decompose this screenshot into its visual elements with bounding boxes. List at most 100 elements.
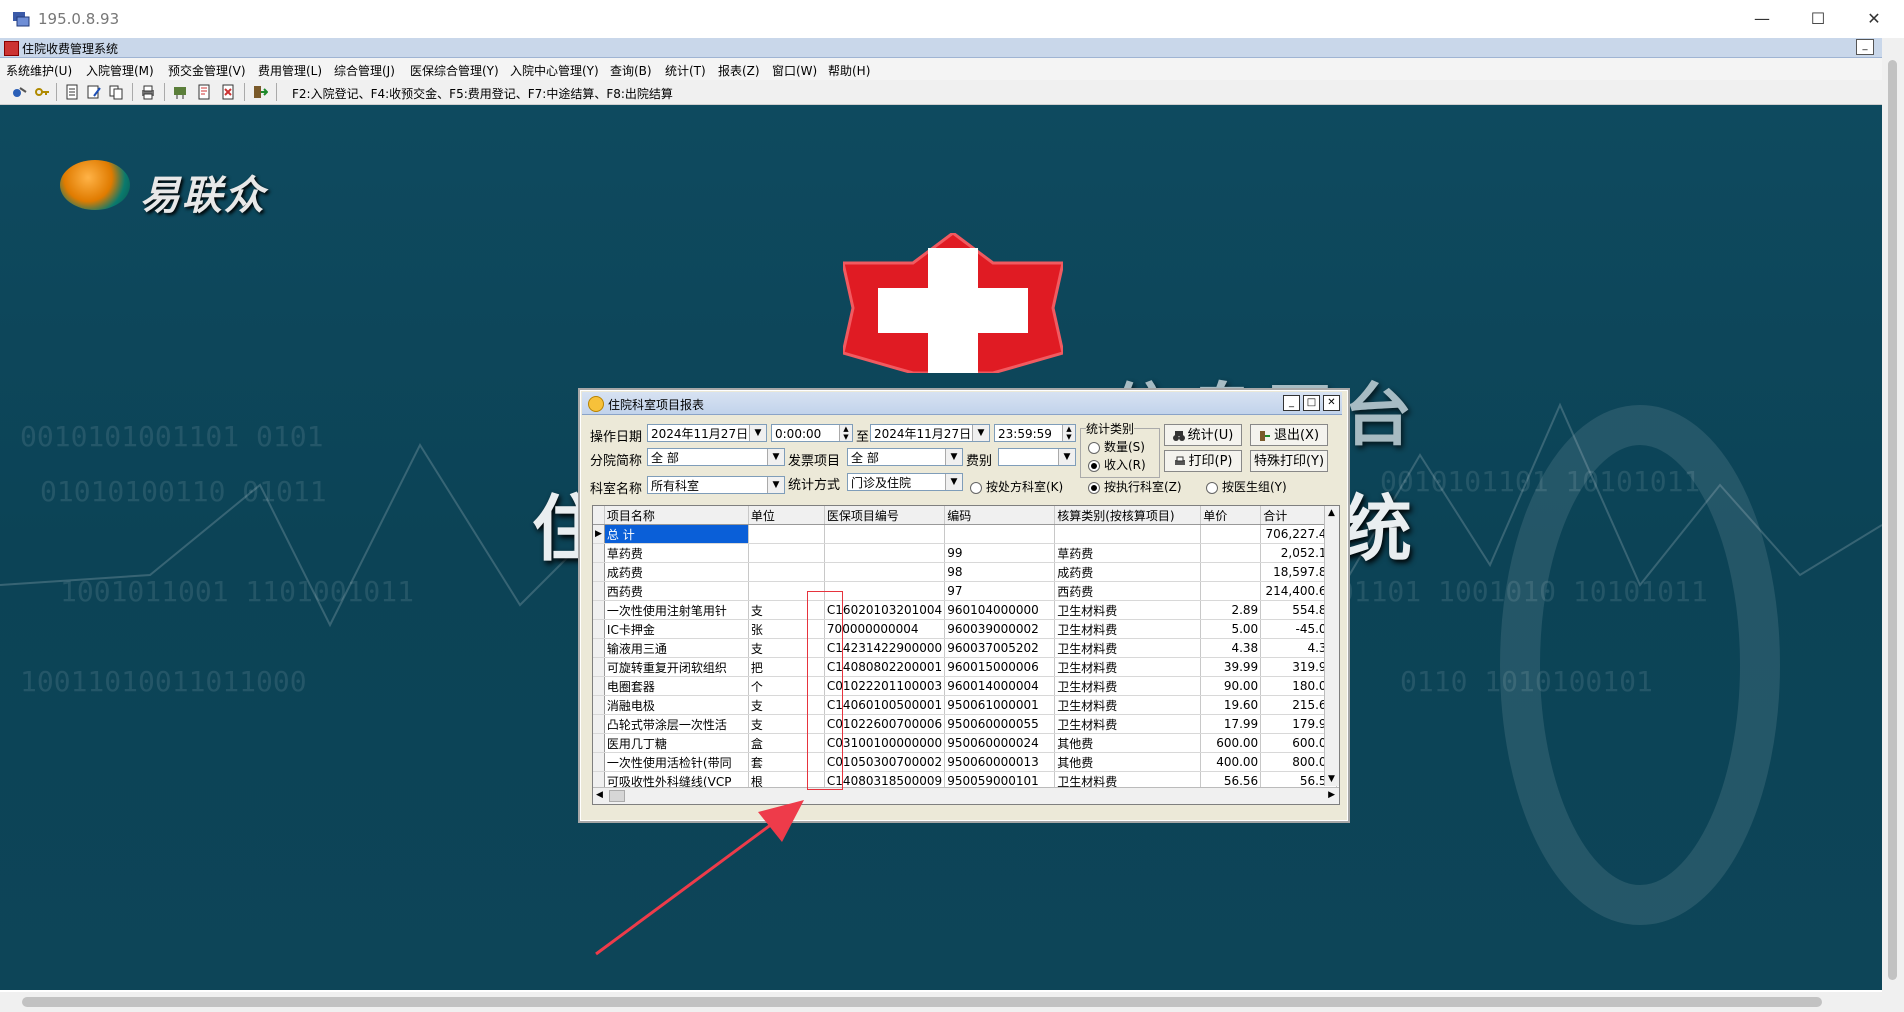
- main-horizontal-scrollbar[interactable]: [0, 992, 1904, 1012]
- radio-quantity[interactable]: 数量(S): [1088, 438, 1145, 455]
- row-indicator[interactable]: ▶: [593, 524, 605, 544]
- table-cell[interactable]: [748, 562, 825, 582]
- col-unit[interactable]: 单位: [748, 506, 825, 525]
- menu-statistics[interactable]: 统计(T): [665, 62, 706, 79]
- table-cell[interactable]: 医用几丁糖: [604, 733, 749, 753]
- col-account-category[interactable]: 核算类别(按核算项目): [1054, 506, 1202, 525]
- radio-by-presc-dept[interactable]: 按处方科室(K): [970, 478, 1063, 495]
- menu-window[interactable]: 窗口(W): [772, 62, 817, 79]
- table-cell[interactable]: 400.00: [1200, 752, 1262, 772]
- table-cell[interactable]: 950060000024: [944, 733, 1056, 753]
- main-vertical-scrollbar[interactable]: [1882, 38, 1904, 992]
- print-icon[interactable]: [140, 84, 156, 100]
- minimize-button[interactable]: —: [1740, 6, 1784, 32]
- table-row[interactable]: 医用几丁糖盒 C03100100000000 950060000024 其他费 600.…: [593, 733, 1338, 753]
- table-row[interactable]: 一次性使用活检针(带同套 C01050300700002 950060000013 其…: [593, 752, 1338, 772]
- table-cell[interactable]: 卫生材料费: [1054, 695, 1202, 715]
- row-indicator[interactable]: [593, 714, 605, 734]
- fee-type-select[interactable]: ▼: [998, 448, 1076, 466]
- menu-admission[interactable]: 入院管理(M): [86, 62, 154, 79]
- invoice-item-select[interactable]: 全 部 ▼: [847, 448, 963, 466]
- document-icon[interactable]: [64, 84, 80, 100]
- table-cell[interactable]: 成药费: [604, 562, 749, 582]
- table-cell[interactable]: 电圈套器: [604, 676, 749, 696]
- row-indicator[interactable]: [593, 543, 605, 563]
- mdi-minimize-button[interactable]: _: [1856, 39, 1874, 55]
- row-indicator[interactable]: [593, 581, 605, 601]
- table-cell[interactable]: [1054, 524, 1202, 544]
- table-cell[interactable]: [824, 562, 946, 582]
- table-cell[interactable]: 输液用三通: [604, 638, 749, 658]
- edit-document-icon[interactable]: [86, 84, 102, 100]
- date-from-picker[interactable]: 2024年11月27日 ▼: [647, 424, 767, 442]
- table-cell[interactable]: 草药费: [604, 543, 749, 563]
- menu-admission-center[interactable]: 入院中心管理(Y): [510, 62, 599, 79]
- table-cell[interactable]: 5.00: [1200, 619, 1262, 639]
- table-cell[interactable]: 960039000002: [944, 619, 1056, 639]
- table-cell[interactable]: [1200, 581, 1262, 601]
- table-cell[interactable]: 19.60: [1200, 695, 1262, 715]
- row-indicator[interactable]: [593, 676, 605, 696]
- report-grid[interactable]: 项目名称 单位 医保项目编号 编码 核算类别(按核算项目) 单价 合计 ▶ 总 计…: [592, 505, 1340, 805]
- table-cell[interactable]: 消融电极: [604, 695, 749, 715]
- table-cell[interactable]: 卫生材料费: [1054, 638, 1202, 658]
- menu-system[interactable]: 系统维护(U): [6, 62, 72, 79]
- date-to-picker[interactable]: 2024年11月27日 ▼: [870, 424, 990, 442]
- table-cell[interactable]: [1200, 543, 1262, 563]
- table-cell[interactable]: IC卡押金: [604, 619, 749, 639]
- table-cell[interactable]: 960037005202: [944, 638, 1056, 658]
- table-cell[interactable]: 一次性使用活检针(带同: [604, 752, 749, 772]
- close-button[interactable]: ✕: [1852, 6, 1896, 32]
- row-indicator[interactable]: [593, 657, 605, 677]
- table-row[interactable]: 凸轮式带涂层一次性活支 C01022600700006 950060000055 卫生…: [593, 714, 1338, 734]
- menu-query[interactable]: 查询(B): [610, 62, 652, 79]
- table-row[interactable]: 一次性使用注射笔用针支 C16020103201004 960104000000 卫生…: [593, 600, 1338, 620]
- table-cell[interactable]: 卫生材料费: [1054, 714, 1202, 734]
- table-cell[interactable]: 950061000001: [944, 695, 1056, 715]
- table-cell[interactable]: [824, 543, 946, 563]
- table-cell[interactable]: 90.00: [1200, 676, 1262, 696]
- row-indicator[interactable]: [593, 619, 605, 639]
- dept-select[interactable]: 所有科室 ▼: [647, 476, 785, 494]
- exit-button[interactable]: 退出(X): [1250, 424, 1328, 446]
- radio-by-exec-dept[interactable]: 按执行科室(Z): [1088, 478, 1182, 495]
- copy-icon[interactable]: [108, 84, 124, 100]
- table-cell[interactable]: 卫生材料费: [1054, 676, 1202, 696]
- table-row[interactable]: 成药费 98 成药费 18,597.80: [593, 562, 1338, 582]
- row-indicator[interactable]: [593, 733, 605, 753]
- table-cell[interactable]: 成药费: [1054, 562, 1202, 582]
- table-cell[interactable]: 其他费: [1054, 752, 1202, 772]
- col-code[interactable]: 编码: [944, 506, 1056, 525]
- print-button[interactable]: 打印(P): [1164, 450, 1242, 472]
- table-cell[interactable]: 97: [944, 581, 1056, 601]
- table-row[interactable]: 输液用三通支 C14231422900000 960037005202 卫生材料费 4.…: [593, 638, 1338, 658]
- maximize-button[interactable]: ☐: [1796, 6, 1840, 32]
- row-indicator[interactable]: [593, 600, 605, 620]
- list-icon[interactable]: [196, 84, 212, 100]
- col-unit-price[interactable]: 单价: [1200, 506, 1262, 525]
- table-cell[interactable]: 总 计: [604, 524, 749, 544]
- table-cell[interactable]: 98: [944, 562, 1056, 582]
- grid-vertical-scrollbar[interactable]: ▲ ▼: [1324, 506, 1339, 786]
- menu-report[interactable]: 报表(Z): [718, 62, 760, 79]
- table-row[interactable]: ▶ 总 计 706,227.47: [593, 524, 1338, 544]
- table-cell[interactable]: 其他费: [1054, 733, 1202, 753]
- exit-icon[interactable]: [252, 84, 268, 100]
- stat-method-select[interactable]: 门诊及住院 ▼: [847, 473, 963, 491]
- branch-select[interactable]: 全 部 ▼: [647, 448, 785, 466]
- menu-fee[interactable]: 费用管理(L): [258, 62, 322, 79]
- table-cell[interactable]: 草药费: [1054, 543, 1202, 563]
- radio-income[interactable]: 收入(R): [1088, 456, 1146, 473]
- menu-general[interactable]: 综合管理(J): [334, 62, 395, 79]
- table-row[interactable]: 草药费 99 草药费 2,052.18: [593, 543, 1338, 563]
- menu-insurance[interactable]: 医保综合管理(Y): [410, 62, 499, 79]
- table-cell[interactable]: [1200, 524, 1262, 544]
- table-cell[interactable]: [1200, 562, 1262, 582]
- table-cell[interactable]: 600.00: [1200, 733, 1262, 753]
- stat-button[interactable]: 统计(U): [1164, 424, 1242, 446]
- connect-icon[interactable]: [12, 84, 28, 100]
- dialog-minimize-button[interactable]: _: [1283, 395, 1300, 411]
- radio-by-doctor-group[interactable]: 按医生组(Y): [1206, 478, 1287, 495]
- table-cell[interactable]: 凸轮式带涂层一次性活: [604, 714, 749, 734]
- cancel-document-icon[interactable]: [220, 84, 236, 100]
